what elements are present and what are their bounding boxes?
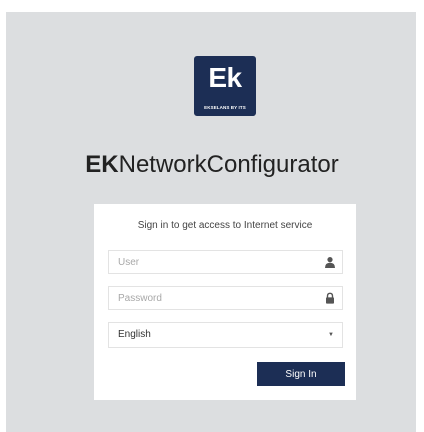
lock-icon — [326, 292, 334, 304]
language-select[interactable]: English ▼ — [108, 322, 343, 348]
logo-tagline: EKSELANS BY ITS — [204, 105, 246, 110]
user-icon — [325, 257, 335, 268]
login-card: Sign in to get access to Internet servic… — [94, 204, 356, 400]
password-input[interactable] — [109, 287, 323, 309]
brand-logo: Ek EKSELANS BY ITS — [194, 56, 256, 116]
user-input[interactable] — [109, 251, 323, 273]
app-title-bold: EK — [85, 151, 119, 178]
user-field — [108, 250, 343, 274]
app-title-rest: NetworkConfigurator — [118, 151, 339, 178]
login-subtitle: Sign in to get access to Internet servic… — [137, 220, 313, 231]
logo-mark: Ek — [208, 62, 242, 93]
app-title: EKNetworkConfigurator — [0, 150, 424, 180]
password-field — [108, 286, 343, 310]
language-select-value: English — [118, 329, 151, 340]
sign-in-button[interactable]: Sign In — [257, 362, 345, 386]
caret-down-icon: ▼ — [328, 332, 334, 338]
